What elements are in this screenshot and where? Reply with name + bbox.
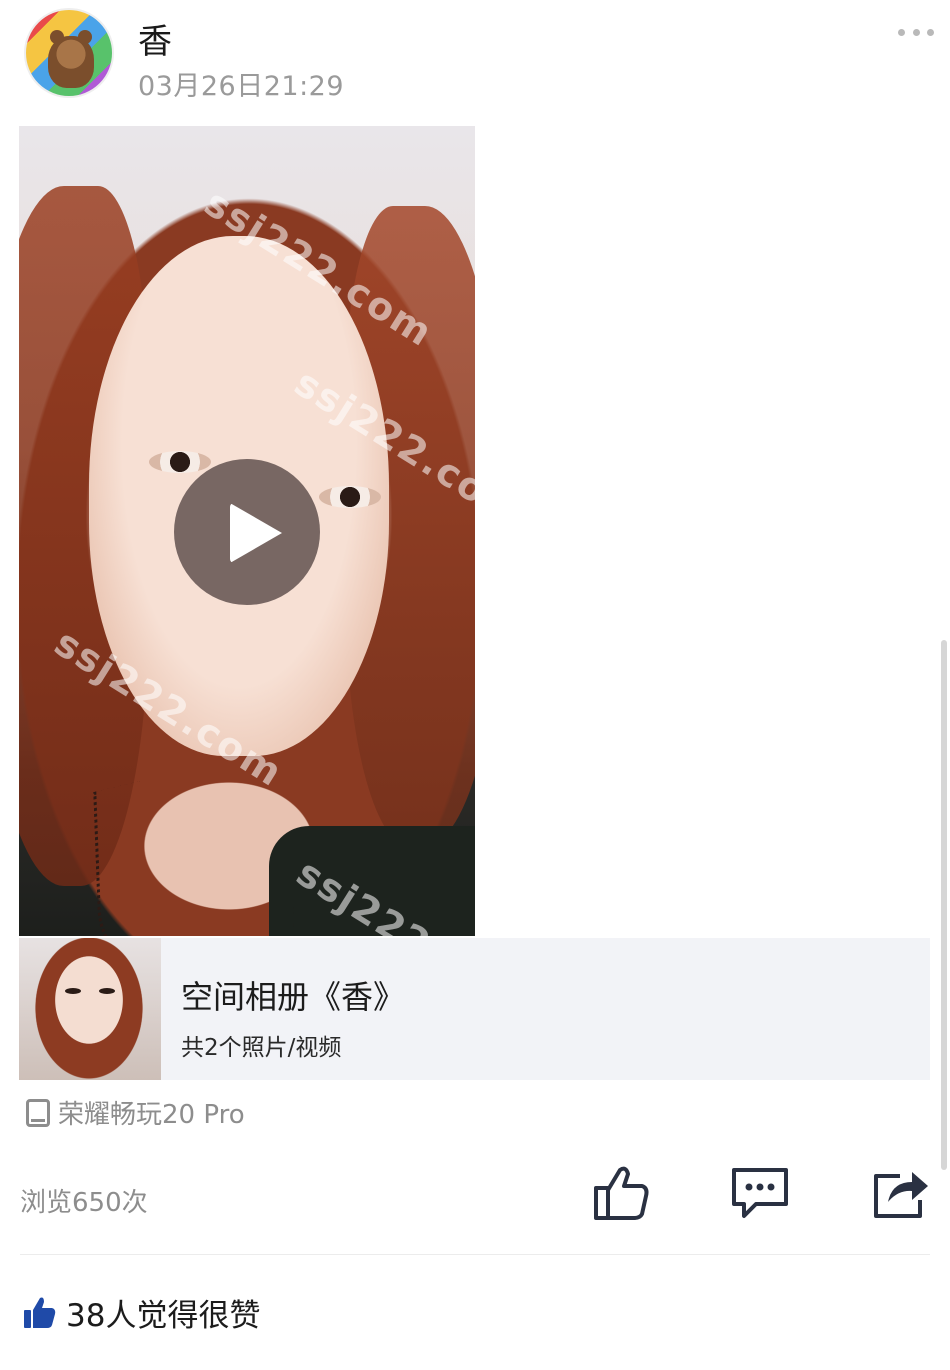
author-name[interactable]: 香: [138, 14, 172, 63]
more-dots-icon[interactable]: [898, 20, 934, 44]
album-info: 空间相册《香》 共2个照片/视频: [161, 938, 405, 1080]
share-button[interactable]: [870, 1164, 930, 1222]
play-icon[interactable]: [174, 459, 320, 605]
view-count: 浏览650次: [20, 1188, 148, 1218]
post-timestamp: 03月26日21:29: [138, 71, 345, 102]
avatar[interactable]: [24, 8, 114, 98]
album-thumbnail: [19, 938, 161, 1080]
scrollbar[interactable]: [941, 640, 947, 1170]
feed-post: 香 03月26日21:29 ssj222.com ssj222.com ssj2…: [0, 0, 950, 1370]
video-image-clothing: [269, 826, 475, 936]
likes-count: 38人觉得很赞: [66, 1298, 261, 1334]
thumbs-up-icon: [594, 1166, 649, 1220]
phone-icon: [26, 1098, 50, 1127]
album-title: 空间相册《香》: [181, 978, 406, 1016]
video-image-eye-left: [149, 451, 211, 473]
likes-summary[interactable]: 38人觉得很赞: [22, 1290, 260, 1335]
thumbs-up-filled-icon: [24, 1297, 56, 1328]
like-button[interactable]: [592, 1164, 652, 1222]
album-card[interactable]: 空间相册《香》 共2个照片/视频: [19, 938, 930, 1080]
comment-icon: [732, 1168, 788, 1218]
share-icon: [874, 1172, 928, 1218]
comment-button[interactable]: [730, 1164, 790, 1222]
divider: [20, 1254, 930, 1255]
device-info: 荣耀畅玩20 Pro: [26, 1094, 245, 1131]
video-thumbnail[interactable]: ssj222.com ssj222.com ssj222.com ssj222.…: [19, 126, 475, 936]
album-count: 共2个照片/视频: [181, 1035, 342, 1061]
avatar-bear-image: [48, 30, 94, 88]
device-label: 荣耀畅玩20 Pro: [58, 1100, 245, 1130]
video-image-eye-right: [319, 486, 381, 508]
